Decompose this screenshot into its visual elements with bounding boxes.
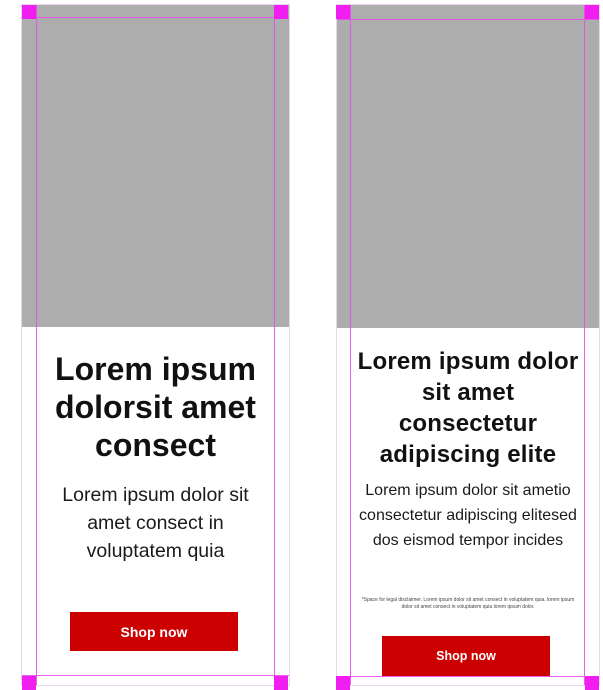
corner-marker-bottom-left <box>336 676 350 690</box>
legal-disclaimer: *Space for legal disclaimer. Lorem ipsum… <box>361 597 575 610</box>
corner-marker-top-right <box>585 5 599 19</box>
corner-marker-top-right <box>274 5 288 19</box>
image-placeholder <box>22 5 289 327</box>
corner-marker-top-left <box>22 5 36 19</box>
body-copy: Lorem ipsum dolor sit amet consect in vo… <box>62 484 249 562</box>
corner-marker-bottom-right <box>274 676 288 690</box>
guide-line-horizontal <box>337 676 599 677</box>
ad-card-right: Lorem ipsum dolor sit amet consectetur a… <box>336 4 600 686</box>
ad-card-left: Lorem ipsum dolorsit amet consect Lorem … <box>21 4 290 686</box>
headline: Lorem ipsum dolor sit amet consectetur a… <box>357 348 579 468</box>
corner-marker-bottom-left <box>22 676 36 690</box>
image-placeholder <box>337 5 599 328</box>
headline: Lorem ipsum dolorsit amet consect <box>55 351 256 463</box>
corner-marker-top-left <box>336 5 350 19</box>
guide-line-horizontal <box>22 675 289 676</box>
body-copy: Lorem ipsum dolor sit ametio consectetur… <box>359 482 577 549</box>
corner-marker-bottom-right <box>585 676 599 690</box>
shop-now-button[interactable]: Shop now <box>70 612 238 651</box>
shop-now-button[interactable]: Shop now <box>382 636 550 676</box>
